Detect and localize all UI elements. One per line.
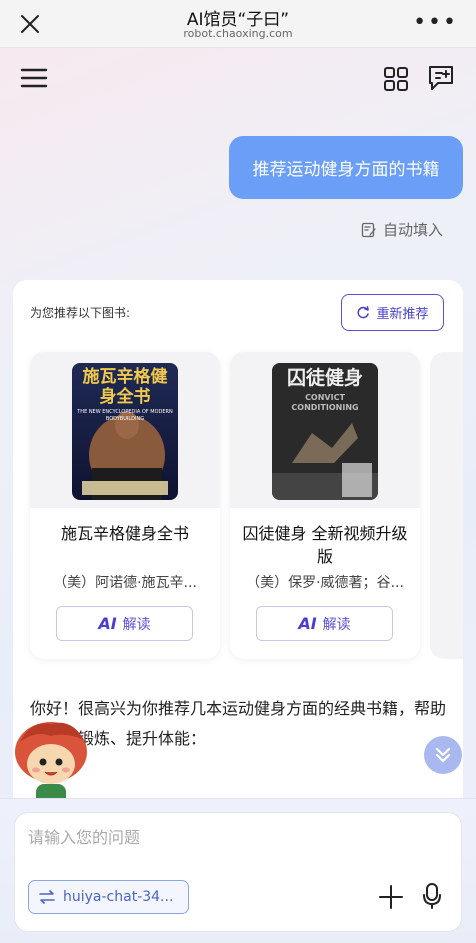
cover-title-text: 施瓦辛格健身全书 (82, 367, 168, 407)
book-cover-area: 施瓦辛格健身全书 THE NEW ENCYCLOPEDIA OF MODERN … (30, 352, 220, 508)
book-card-partial[interactable] (430, 352, 463, 659)
mascot-avatar[interactable] (6, 712, 94, 812)
new-chat-icon[interactable] (426, 63, 456, 93)
cover-title-text: 囚徒健身 (286, 367, 363, 389)
book-author: （美）阿诺德·施瓦辛... (53, 575, 197, 591)
refresh-recommendation-button[interactable]: 重新推荐 (341, 294, 444, 331)
ai-logo-icon: AI (298, 614, 317, 633)
message-input-placeholder[interactable]: 请输入您的问题 (28, 824, 140, 848)
cover-subtitle-text: CONVICT CONDITIONING (291, 393, 359, 412)
scroll-to-bottom-button[interactable] (424, 736, 462, 774)
ai-interpret-button[interactable]: AI 解读 (56, 606, 193, 641)
book-cover-area: 囚徒健身 CONVICT CONDITIONING (230, 352, 420, 508)
refresh-icon (357, 305, 370, 318)
book-title: 囚徒健身 全新视频升级版 (242, 524, 408, 566)
book-cover-image[interactable]: 囚徒健身 CONVICT CONDITIONING (272, 363, 378, 500)
refresh-label: 重新推荐 (376, 307, 429, 322)
user-message-bubble: 推荐运动健身方面的书籍 (229, 136, 463, 199)
microphone-icon[interactable] (422, 882, 442, 910)
interpret-label: 解读 (122, 616, 151, 633)
apps-grid-icon[interactable] (383, 66, 409, 92)
ai-interpret-button[interactable]: AI 解读 (256, 606, 393, 641)
top-bar: AI馆员“子曰” robot.chaoxing.com ••• (0, 0, 476, 48)
book-card[interactable]: 施瓦辛格健身全书 THE NEW ENCYCLOPEDIA OF MODERN … (30, 352, 220, 659)
plus-icon[interactable] (378, 884, 404, 910)
page-domain: robot.chaoxing.com (183, 27, 293, 40)
autofill-button[interactable]: 自动填入 (361, 219, 443, 240)
cover-subtitle-text: THE NEW ENCYCLOPEDIA OF MODERN BODYBUILD… (77, 409, 173, 422)
book-author: （美）保罗·威德著；谷... (246, 575, 404, 591)
edit-icon (361, 222, 376, 237)
book-title: 施瓦辛格健身全书 (60, 524, 189, 543)
double-chevron-down-icon (435, 747, 451, 763)
book-cover-image[interactable]: 施瓦辛格健身全书 THE NEW ENCYCLOPEDIA OF MODERN … (72, 363, 178, 500)
interpret-label: 解读 (322, 616, 351, 633)
book-card[interactable]: 囚徒健身 CONVICT CONDITIONING 囚徒健身 全新视频升级版 （… (230, 352, 420, 659)
recommendation-label: 为您推荐以下图书: (30, 306, 131, 320)
autofill-label: 自动填入 (383, 221, 444, 239)
model-name: huiya-chat-34... (63, 889, 174, 905)
ai-logo-icon: AI (98, 614, 117, 633)
switch-arrows-icon (39, 890, 55, 904)
hamburger-menu-icon[interactable] (20, 66, 48, 90)
model-selector-button[interactable]: huiya-chat-34... (28, 880, 189, 914)
more-menu-icon[interactable]: ••• (413, 12, 458, 34)
